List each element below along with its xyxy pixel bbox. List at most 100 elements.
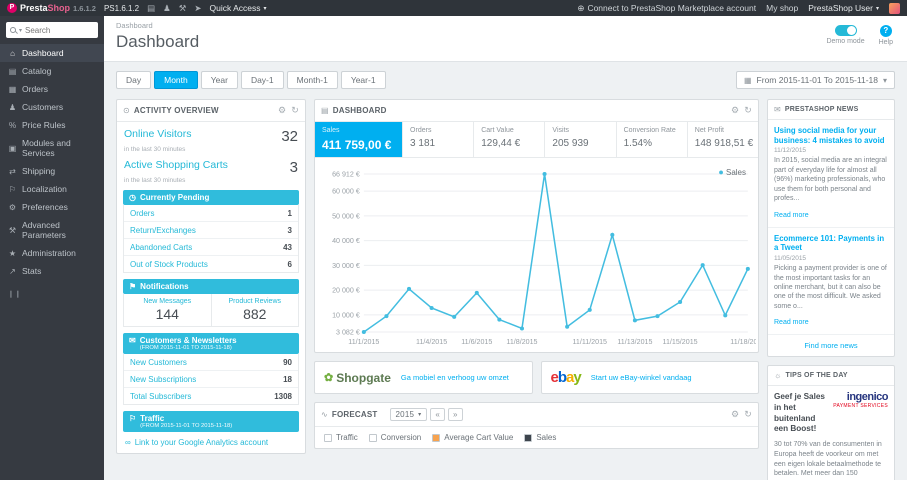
sidebar-item-advanced-parameters[interactable]: ⚒ Advanced Parameters <box>0 216 104 244</box>
kpi-label: Cart Value <box>481 127 514 134</box>
demo-mode-toggle[interactable] <box>834 25 857 36</box>
sidebar-item-catalog[interactable]: ▤ Catalog <box>0 62 104 80</box>
sidebar-item-modules[interactable]: ▣ Modules and Services <box>0 134 104 162</box>
sidebar-collapse-button[interactable]: ❙❙ <box>8 290 96 298</box>
pending-row-label[interactable]: Abandoned Carts <box>130 243 192 252</box>
filter-month-1-button[interactable]: Month-1 <box>286 71 338 89</box>
marketplace-label: Connect to PrestaShop Marketplace accoun… <box>587 3 757 13</box>
ebay-promo[interactable]: ebay Start uw eBay-winkel vandaag <box>540 361 759 394</box>
active-carts-link[interactable]: Active Shopping Carts <box>124 159 228 171</box>
sidebar-item-dashboard[interactable]: ⌂ Dashboard <box>0 44 104 62</box>
pending-row[interactable]: Orders 1 <box>124 205 298 222</box>
kpi-visits[interactable]: Visits 205 939 <box>545 122 617 157</box>
sidebar-item-label: Catalog <box>22 66 52 76</box>
product-reviews-label: Product Reviews <box>228 298 282 305</box>
customers-row[interactable]: Total Subscribers 1308 <box>124 388 298 404</box>
search-input[interactable] <box>25 25 94 35</box>
forecast-legend-traffic[interactable]: Traffic <box>324 433 358 442</box>
sidebar-item-localization[interactable]: ⚐ Localization <box>0 180 104 198</box>
filter-day-button[interactable]: Day <box>116 71 152 89</box>
product-reviews-cell[interactable]: Product Reviews 882 <box>210 294 299 326</box>
preferences-icon: ⚙ <box>8 202 17 212</box>
customers-row[interactable]: New Subscriptions 18 <box>124 371 298 388</box>
google-analytics-link[interactable]: ∞ Link to your Google Analytics account <box>117 432 305 453</box>
chart-legend[interactable]: ● Sales <box>718 167 746 177</box>
notifications-title: Notifications <box>140 282 189 291</box>
customers-row[interactable]: New Customers 90 <box>124 354 298 371</box>
shop-name[interactable]: PS1.6.1.2 <box>104 4 139 13</box>
sidebar-item-orders[interactable]: ▦ Orders <box>0 80 104 98</box>
gear-icon[interactable]: ⚙ <box>731 409 739 420</box>
kpi-label: Sales <box>322 127 340 134</box>
ebay-link[interactable]: Start uw eBay-winkel vandaag <box>591 373 692 382</box>
active-carts-value: 3 <box>289 159 298 176</box>
refresh-icon[interactable]: ↻ <box>744 105 752 116</box>
modules-icon: ▣ <box>8 143 17 153</box>
my-shop-link[interactable]: My shop <box>766 3 798 13</box>
forecast-year-select[interactable]: 2015 ▾ <box>389 408 428 421</box>
news-article-title[interactable]: Using social media for your business: 4 … <box>774 126 888 145</box>
online-visitors-link[interactable]: Online Visitors <box>124 128 192 140</box>
ebay-letter: b <box>557 369 567 386</box>
kpi-net-profit[interactable]: Net Profit 148 918,51 € <box>688 122 758 157</box>
sidebar-item-administration[interactable]: ★ Administration <box>0 244 104 262</box>
sidebar-item-shipping[interactable]: ⇄ Shipping <box>0 162 104 180</box>
gear-icon[interactable]: ⚙ <box>731 105 739 116</box>
customers-row-label[interactable]: Total Subscribers <box>130 392 191 401</box>
filter-day-1-button[interactable]: Day-1 <box>240 71 284 89</box>
kpi-conversion-rate[interactable]: Conversion Rate 1.54% <box>617 122 688 157</box>
refresh-icon[interactable]: ↻ <box>744 409 752 420</box>
cart-icon[interactable]: ▤ <box>147 3 155 14</box>
pending-row[interactable]: Out of Stock Products 6 <box>124 256 298 272</box>
customers-row-label[interactable]: New Subscriptions <box>130 375 196 384</box>
quick-access-menu[interactable]: Quick Access ▾ <box>210 3 267 13</box>
read-more-link[interactable]: Read more <box>774 319 809 326</box>
news-article-title[interactable]: Ecommerce 101: Payments in a Tweet <box>774 234 888 253</box>
pending-row-label[interactable]: Return/Exchanges <box>130 226 196 235</box>
forecast-legend-average-cart-value[interactable]: Average Cart Value <box>432 433 513 442</box>
legend-dot-icon: ● <box>718 167 724 177</box>
kpi-cart-value[interactable]: Cart Value 129,44 € <box>474 122 546 157</box>
customers-row-label[interactable]: New Customers <box>130 358 187 367</box>
shopgate-link[interactable]: Ga mobiel en verhoog uw omzet <box>401 373 509 382</box>
forecast-prev-button[interactable]: « <box>430 408 445 421</box>
kpi-orders[interactable]: Orders 3 181 <box>403 122 475 157</box>
refresh-icon[interactable]: ↻ <box>291 105 299 116</box>
find-more-news-link[interactable]: Find more news <box>768 335 894 356</box>
filter-year-1-button[interactable]: Year-1 <box>340 71 386 89</box>
forecast-panel-title: FORECAST <box>331 410 378 419</box>
sidebar-item-customers[interactable]: ♟ Customers <box>0 98 104 116</box>
pending-row-label[interactable]: Out of Stock Products <box>130 260 208 269</box>
marketplace-link[interactable]: ⊕ Connect to PrestaShop Marketplace acco… <box>577 3 756 14</box>
gear-icon[interactable]: ⚙ <box>278 105 286 116</box>
search-box[interactable]: ▾ <box>6 22 98 38</box>
help-control[interactable]: ? Help <box>879 25 893 46</box>
help-icon[interactable]: ? <box>879 25 892 37</box>
sidebar-item-preferences[interactable]: ⚙ Preferences <box>0 198 104 216</box>
user-menu[interactable]: PrestaShop User ▾ <box>808 3 879 13</box>
profile-icon[interactable]: ♟ <box>163 3 171 14</box>
avatar[interactable] <box>889 2 900 14</box>
search-scope-caret-icon[interactable]: ▾ <box>19 27 22 34</box>
pending-row-label[interactable]: Orders <box>130 209 154 218</box>
rocket-icon[interactable]: ➤ <box>194 3 201 14</box>
sidebar-item-price-rules[interactable]: % Price Rules <box>0 116 104 134</box>
filter-year-button[interactable]: Year <box>200 71 238 89</box>
sidebar-item-stats[interactable]: ↗ Stats <box>0 262 104 280</box>
date-filter-bar: Day Month Year Day-1 Month-1 Year-1 ▦ Fr… <box>116 71 895 89</box>
forecast-legend-conversion[interactable]: Conversion <box>368 433 421 442</box>
forecast-legend-sales[interactable]: Sales <box>524 433 556 442</box>
breadcrumb[interactable]: Dashboard <box>116 21 895 30</box>
shopgate-promo[interactable]: ✿ Shopgate Ga mobiel en verhoog uw omzet <box>314 361 533 394</box>
forecast-next-button[interactable]: » <box>448 408 463 421</box>
new-messages-cell[interactable]: New Messages 144 <box>124 294 211 326</box>
demo-mode-control[interactable]: Demo mode <box>826 25 865 46</box>
tools-icon[interactable]: ⚒ <box>179 3 187 14</box>
filter-month-button[interactable]: Month <box>154 71 198 89</box>
pending-row[interactable]: Abandoned Carts 43 <box>124 239 298 256</box>
read-more-link[interactable]: Read more <box>774 212 809 219</box>
kpi-sales[interactable]: Sales 411 759,00 € <box>315 122 404 157</box>
date-range-picker[interactable]: ▦ From 2015-11-01 To 2015-11-18 ▾ <box>735 71 895 89</box>
prestashop-logo[interactable]: P PrestaShop 1.6.1.2 <box>7 3 96 13</box>
pending-row[interactable]: Return/Exchanges 3 <box>124 222 298 239</box>
